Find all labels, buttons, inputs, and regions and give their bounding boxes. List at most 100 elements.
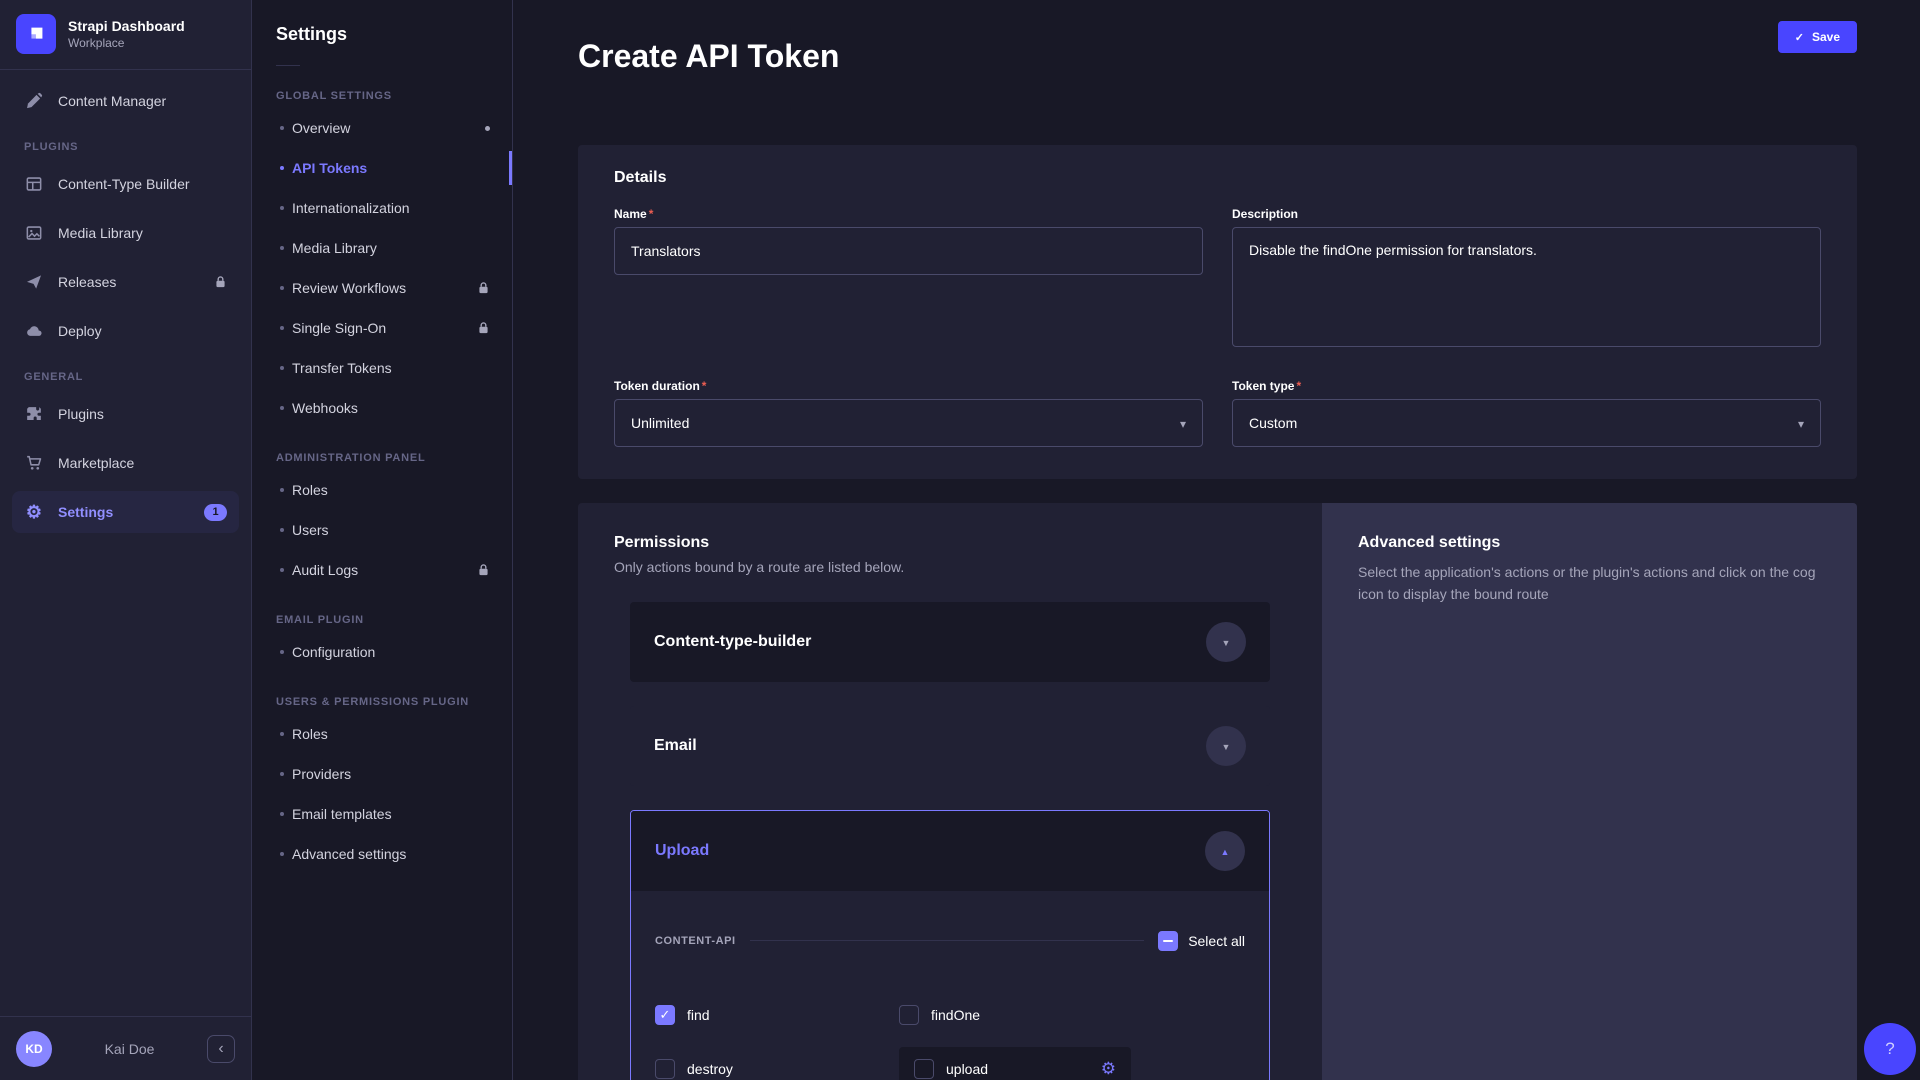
sidebar-item-media-library[interactable]: Media Library bbox=[12, 212, 239, 254]
description-textarea[interactable]: Disable the findOne permission for trans… bbox=[1232, 227, 1821, 347]
subnav-item-label: Webhooks bbox=[292, 400, 358, 416]
subnav-item-users[interactable]: Users bbox=[252, 510, 512, 550]
subnav-item-overview[interactable]: Overview bbox=[252, 108, 512, 148]
sidebar-item-content-manager[interactable]: Content Manager bbox=[12, 80, 239, 122]
bullet-icon bbox=[280, 568, 284, 572]
type-field-group: Token type* Custom bbox=[1232, 379, 1821, 447]
brand-text: Strapi Dashboard Workplace bbox=[68, 18, 185, 51]
pen-icon bbox=[24, 91, 44, 111]
select-all-checkbox[interactable] bbox=[1158, 931, 1178, 951]
bullet-icon bbox=[280, 326, 284, 330]
token-duration-label: Token duration* bbox=[614, 379, 1203, 393]
description-label: Description bbox=[1232, 207, 1821, 221]
subnav-section-email-plugin: EMAIL PLUGIN bbox=[276, 614, 488, 626]
bullet-icon bbox=[280, 126, 284, 130]
subnav-item-api-tokens[interactable]: API Tokens bbox=[252, 148, 512, 188]
accordion-header-upload[interactable]: Upload bbox=[631, 811, 1269, 891]
subnav-item-single-sign-on[interactable]: Single Sign-On bbox=[252, 308, 512, 348]
token-type-label-text: Token type bbox=[1232, 379, 1294, 393]
lock-icon bbox=[477, 281, 490, 295]
expand-accordion-button[interactable] bbox=[1206, 622, 1246, 662]
sidebar-item-deploy[interactable]: Deploy bbox=[12, 310, 239, 352]
brand-subtitle: Workplace bbox=[68, 36, 185, 50]
token-duration-select[interactable]: Unlimited bbox=[614, 399, 1203, 447]
sidebar-item-marketplace[interactable]: Marketplace bbox=[12, 442, 239, 484]
send-icon bbox=[24, 272, 44, 292]
sidebar-item-label: Media Library bbox=[58, 225, 143, 241]
token-type-label: Token type* bbox=[1232, 379, 1821, 393]
subnav-item-review-workflows[interactable]: Review Workflows bbox=[252, 268, 512, 308]
subnav-title: Settings bbox=[276, 24, 488, 45]
details-title: Details bbox=[614, 169, 1821, 187]
divider bbox=[750, 940, 1145, 941]
cart-icon bbox=[24, 453, 44, 473]
subnav-item-transfer-tokens[interactable]: Transfer Tokens bbox=[252, 348, 512, 388]
select-all-control[interactable]: Select all bbox=[1158, 931, 1245, 951]
action-findone: findOne bbox=[899, 993, 1245, 1037]
bullet-icon bbox=[280, 772, 284, 776]
token-duration-value: Unlimited bbox=[631, 415, 689, 431]
upload-checkbox[interactable] bbox=[914, 1059, 934, 1079]
subnav-item-email-templates[interactable]: Email templates bbox=[252, 794, 512, 834]
find-checkbox[interactable] bbox=[655, 1005, 675, 1025]
nav-section-general: GENERAL bbox=[24, 371, 227, 383]
sidebar-item-settings[interactable]: Settings 1 bbox=[12, 491, 239, 533]
permissions-section: Permissions Only actions bound by a rout… bbox=[578, 503, 1857, 1080]
check-icon bbox=[1795, 30, 1804, 44]
token-type-select[interactable]: Custom bbox=[1232, 399, 1821, 447]
save-button[interactable]: Save bbox=[1778, 21, 1857, 53]
token-duration-label-text: Token duration bbox=[614, 379, 700, 393]
main-content: Create API Token Save Details Name* Desc… bbox=[513, 0, 1920, 1080]
subnav-item-webhooks[interactable]: Webhooks bbox=[252, 388, 512, 428]
avatar[interactable]: KD bbox=[16, 1031, 52, 1067]
accordion-header-content-type-builder[interactable]: Content-type-builder bbox=[630, 602, 1270, 682]
subnav-item-roles-admin[interactable]: Roles bbox=[252, 470, 512, 510]
settings-subnav: Settings GLOBAL SETTINGS Overview API To… bbox=[252, 0, 513, 1080]
chevron-down-icon bbox=[1798, 415, 1804, 431]
permissions-card: Permissions Only actions bound by a rout… bbox=[578, 503, 1322, 1080]
subnav-item-media-library[interactable]: Media Library bbox=[252, 228, 512, 268]
subnav-item-label: Roles bbox=[292, 482, 328, 498]
strapi-logo-glyph bbox=[25, 23, 47, 45]
sidebar-item-plugins[interactable]: Plugins bbox=[12, 393, 239, 435]
sidebar-item-label: Marketplace bbox=[58, 455, 134, 471]
name-input[interactable] bbox=[614, 227, 1203, 275]
main-nav-items: Content Manager PLUGINS Content-Type Bui… bbox=[0, 70, 251, 1016]
subnav-item-configuration[interactable]: Configuration bbox=[252, 632, 512, 672]
findone-checkbox[interactable] bbox=[899, 1005, 919, 1025]
destroy-checkbox[interactable] bbox=[655, 1059, 675, 1079]
bullet-icon bbox=[280, 732, 284, 736]
help-button[interactable]: ? bbox=[1864, 1023, 1916, 1075]
bullet-icon bbox=[280, 528, 284, 532]
expand-accordion-button[interactable] bbox=[1206, 726, 1246, 766]
subnav-item-label: API Tokens bbox=[292, 160, 367, 176]
subnav-item-label: Internationalization bbox=[292, 200, 410, 216]
subnav-item-roles-up[interactable]: Roles bbox=[252, 714, 512, 754]
page-title: Create API Token bbox=[578, 36, 839, 76]
user-name: Kai Doe bbox=[64, 1041, 195, 1057]
workspace-switcher[interactable]: Strapi Dashboard Workplace bbox=[0, 0, 251, 70]
action-find: find bbox=[655, 993, 899, 1037]
sidebar-item-content-type-builder[interactable]: Content-Type Builder bbox=[12, 163, 239, 205]
accordion-header-email[interactable]: Email bbox=[630, 706, 1270, 786]
advanced-settings-description: Select the application's actions or the … bbox=[1358, 562, 1821, 605]
collapse-sidebar-button[interactable] bbox=[207, 1035, 235, 1063]
subnav-item-label: Audit Logs bbox=[292, 562, 358, 578]
chevron-left-icon bbox=[218, 1041, 223, 1057]
subnav-item-advanced-settings[interactable]: Advanced settings bbox=[252, 834, 512, 874]
accordion-label: Content-type-builder bbox=[654, 633, 811, 651]
subnav-item-label: Transfer Tokens bbox=[292, 360, 392, 376]
layout-grid-icon bbox=[24, 174, 44, 194]
accordion-body-upload: CONTENT-API Select all find bbox=[631, 891, 1269, 1080]
collapse-accordion-button[interactable] bbox=[1205, 831, 1245, 871]
cog-icon[interactable] bbox=[1101, 1060, 1116, 1077]
sidebar-item-releases[interactable]: Releases bbox=[12, 261, 239, 303]
subnav-item-label: Email templates bbox=[292, 806, 392, 822]
gear-icon bbox=[24, 502, 44, 522]
subnav-item-label: Advanced settings bbox=[292, 846, 406, 862]
chevron-down-icon bbox=[1180, 415, 1186, 431]
subnav-item-audit-logs[interactable]: Audit Logs bbox=[252, 550, 512, 590]
subnav-item-internationalization[interactable]: Internationalization bbox=[252, 188, 512, 228]
cloud-icon bbox=[24, 321, 44, 341]
subnav-item-providers[interactable]: Providers bbox=[252, 754, 512, 794]
